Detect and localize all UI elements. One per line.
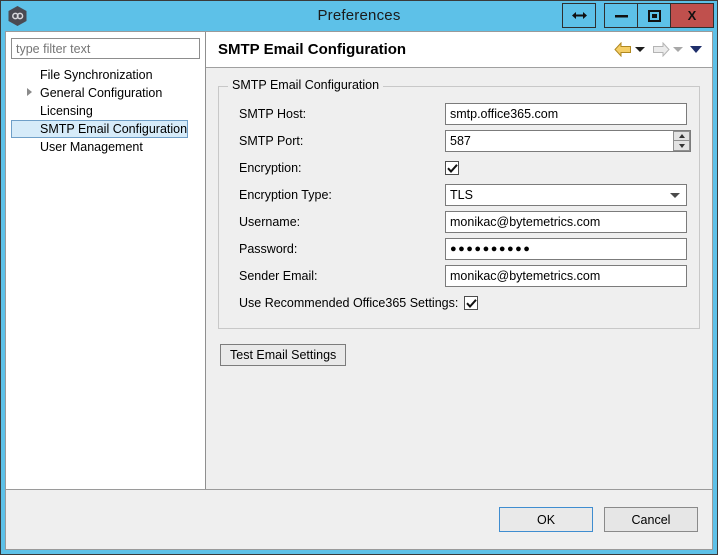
smtp-port-input[interactable] — [445, 130, 691, 152]
group-title: SMTP Email Configuration — [228, 78, 384, 92]
smtp-settings-group: SMTP Email Configuration SMTP Host: SMTP… — [218, 78, 700, 329]
sidebar-item-label: User Management — [40, 140, 143, 154]
expand-triangle-icon[interactable] — [27, 88, 32, 96]
forward-dropdown-icon — [673, 47, 683, 52]
field-row-encryption: Encryption: — [231, 155, 687, 181]
spinner-up-icon[interactable] — [673, 131, 690, 141]
back-dropdown-icon[interactable] — [635, 47, 645, 52]
smtp-host-label: SMTP Host: — [239, 107, 307, 121]
ok-button[interactable]: OK — [499, 507, 593, 532]
close-button[interactable]: X — [670, 3, 714, 28]
resize-horizontal-icon[interactable] — [562, 3, 596, 28]
encryption-type-label: Encryption Type: — [239, 188, 332, 202]
preferences-tree-pane: File Synchronization General Configurati… — [6, 32, 206, 489]
sidebar-item-licensing[interactable]: Licensing — [11, 102, 93, 120]
cancel-button[interactable]: Cancel — [604, 507, 698, 532]
tree-row: File Synchronization — [11, 66, 200, 84]
spinner-down-icon[interactable] — [673, 141, 690, 151]
page-menu-chevron-down-icon[interactable] — [690, 46, 702, 53]
minimize-icon[interactable] — [604, 3, 638, 28]
field-row-username: Username: — [231, 209, 687, 235]
maximize-icon[interactable] — [637, 3, 671, 28]
title-bar: Preferences X — [1, 1, 717, 31]
sidebar-item-label: Licensing — [40, 104, 93, 118]
preferences-tree: File Synchronization General Configurati… — [11, 66, 200, 156]
sidebar-item-file-synchronization[interactable]: File Synchronization — [11, 66, 153, 84]
encryption-checkbox[interactable] — [445, 161, 459, 175]
chevron-down-icon — [670, 193, 680, 198]
test-email-settings-button[interactable]: Test Email Settings — [220, 344, 347, 366]
sender-email-label: Sender Email: — [239, 269, 318, 283]
sender-email-input[interactable] — [445, 265, 687, 287]
dialog-footer: OK Cancel — [6, 489, 712, 549]
preferences-window: Preferences X type filter text File Sync… — [0, 0, 718, 555]
smtp-host-input[interactable] — [445, 103, 687, 125]
panes: File Synchronization General Configurati… — [6, 32, 712, 489]
password-label: Password: — [239, 242, 298, 256]
sidebar-item-smtp-email-configuration[interactable]: SMTP Email Configuration — [11, 120, 189, 138]
field-row-encryption-type: Encryption Type: TLS — [231, 182, 687, 208]
smtp-port-stepper — [445, 130, 691, 152]
page-navigation — [614, 42, 702, 57]
password-input[interactable]: ●●●●●●●●●● — [445, 238, 687, 260]
field-row-sender-email: Sender Email: — [231, 263, 687, 289]
use-recommended-label: Use Recommended Office365 Settings: — [239, 296, 459, 310]
window-controls: X — [562, 3, 714, 28]
sidebar-item-general-configuration[interactable]: General Configuration — [11, 84, 162, 102]
tree-row: General Configuration — [11, 84, 200, 102]
spinner-buttons — [673, 131, 690, 151]
forward-arrow-icon — [652, 42, 670, 57]
username-label: Username: — [239, 215, 301, 229]
sidebar-item-label: General Configuration — [40, 86, 163, 100]
page-header: SMTP Email Configuration — [206, 32, 712, 68]
sidebar-item-user-management[interactable]: User Management — [11, 138, 143, 156]
use-recommended-checkbox[interactable] — [464, 296, 479, 310]
filter-input[interactable] — [11, 38, 200, 59]
preferences-page-pane: SMTP Email Configuration SMTP Email Conf… — [206, 32, 712, 489]
field-row-smtp-host: SMTP Host: — [231, 101, 687, 127]
field-row-smtp-port: SMTP Port: — [231, 128, 691, 154]
encryption-type-value: TLS — [450, 188, 473, 202]
back-arrow-icon[interactable] — [614, 42, 632, 57]
field-row-use-recommended: Use Recommended Office365 Settings: — [231, 290, 687, 316]
page-content: SMTP Email Configuration SMTP Host: SMTP… — [206, 68, 712, 489]
sidebar-item-label: File Synchronization — [40, 68, 153, 82]
tree-row: User Management — [11, 138, 200, 156]
username-input[interactable] — [445, 211, 687, 233]
smtp-port-label: SMTP Port: — [239, 134, 304, 148]
encryption-type-select[interactable]: TLS — [445, 184, 687, 206]
sidebar-item-label: SMTP Email Configuration — [40, 122, 188, 136]
tree-row: SMTP Email Configuration — [11, 120, 200, 138]
encryption-label: Encryption: — [239, 161, 302, 175]
tree-row: Licensing — [11, 102, 200, 120]
field-row-password: Password: ●●●●●●●●●● — [231, 236, 687, 262]
page-title: SMTP Email Configuration — [218, 41, 407, 58]
dialog-client-area: File Synchronization General Configurati… — [5, 31, 713, 550]
